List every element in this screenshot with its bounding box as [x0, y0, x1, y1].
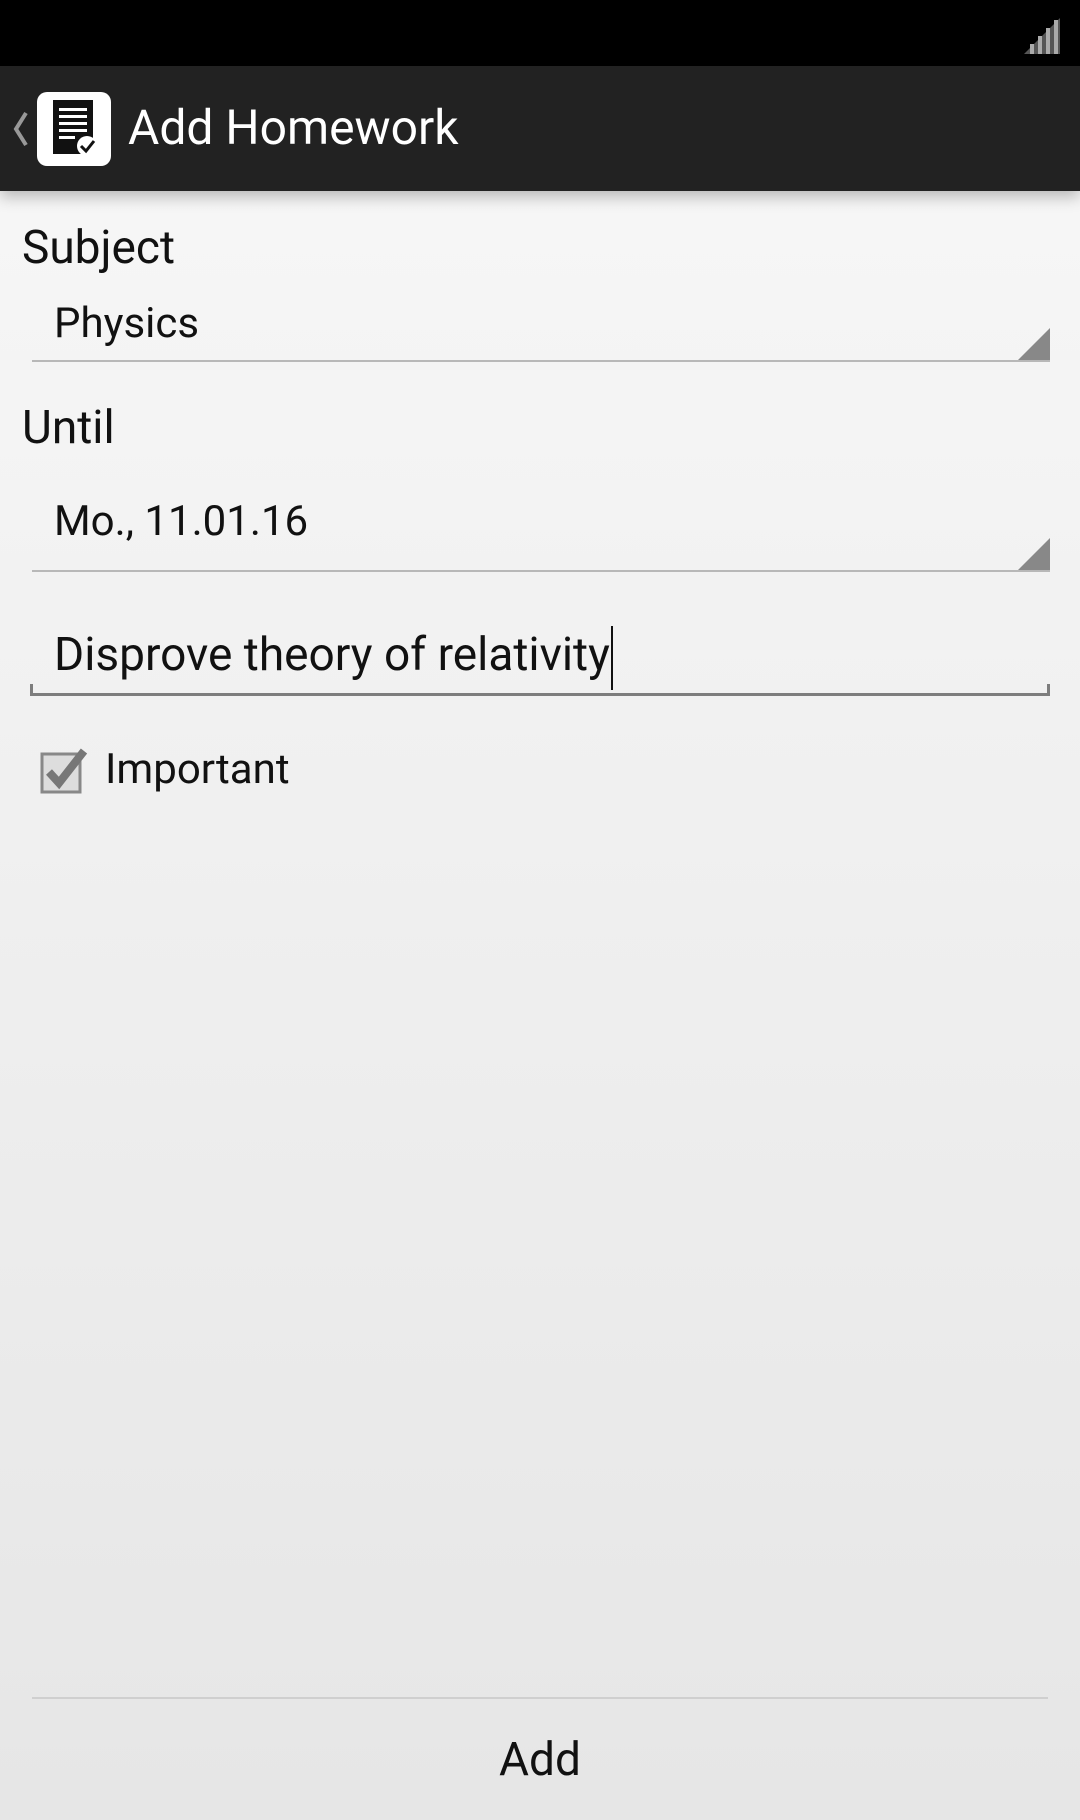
important-checkbox-row[interactable]: Important	[40, 742, 440, 798]
homework-description-text: Disprove theory of relativity	[54, 628, 610, 682]
homework-document-icon[interactable]	[37, 92, 111, 166]
until-label: Until	[22, 401, 115, 455]
homework-description-input[interactable]: Disprove theory of relativity	[30, 622, 1050, 696]
dropdown-arrow-icon	[1018, 538, 1050, 570]
subject-label: Subject	[22, 221, 176, 275]
until-value: Mo., 11.01.16	[54, 497, 309, 546]
page-title: Add Homework	[128, 99, 459, 156]
input-underline-tick-right	[1047, 684, 1050, 696]
important-label: Important	[105, 745, 290, 794]
subject-value: Physics	[54, 299, 200, 348]
status-bar	[0, 0, 1080, 66]
chevron-left-icon[interactable]	[12, 110, 30, 148]
text-cursor	[610, 625, 613, 690]
input-underline-tick-left	[30, 684, 33, 696]
input-underline	[30, 693, 1050, 696]
signal-strength-icon	[1024, 18, 1060, 54]
important-checkbox[interactable]	[40, 746, 90, 796]
until-date-spinner[interactable]: Mo., 11.01.16	[32, 470, 1050, 572]
add-button[interactable]: Add	[0, 1700, 1080, 1820]
action-bar: Add Homework	[0, 66, 1080, 191]
dropdown-arrow-icon	[1018, 328, 1050, 360]
footer-divider	[32, 1697, 1048, 1699]
subject-spinner[interactable]: Physics	[32, 290, 1050, 362]
